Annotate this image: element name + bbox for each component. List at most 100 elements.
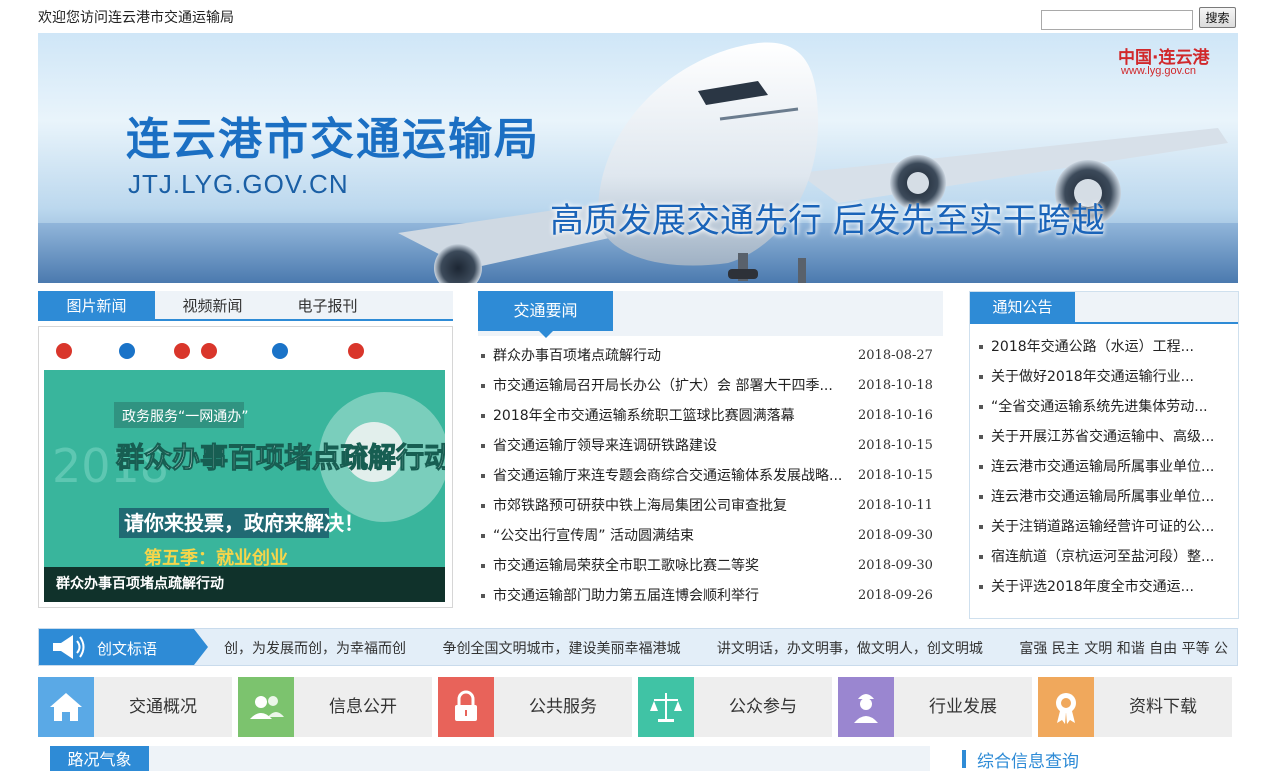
news-title[interactable]: “公交出行宣传周” 活动圆满结束 <box>493 521 848 551</box>
section-marker <box>962 750 966 768</box>
bullet-icon <box>979 405 983 409</box>
quick-link-public-participation[interactable]: 公众参与 <box>638 677 832 737</box>
notice-item[interactable]: 关于开展江苏省交通运输中、高级... <box>970 422 1238 452</box>
notice-title[interactable]: 2018年交通公路（水运）工程... <box>991 332 1221 362</box>
quick-link-label: 公共服务 <box>529 697 597 717</box>
news-date: 2018-10-15 <box>858 438 933 453</box>
notice-title[interactable]: 关于注销道路运输经营许可证的公... <box>991 512 1221 542</box>
news-item[interactable]: 市交通运输局召开局长办公（扩大）会 部署大干四季... 2018-10-18 <box>478 371 943 401</box>
notice-title[interactable]: 连云港市交通运输局所属事业单位... <box>991 482 1221 512</box>
tab-traffic-news[interactable]: 交通要闻 <box>478 291 613 338</box>
bullet-icon <box>481 414 485 418</box>
quick-link-industry-development[interactable]: 行业发展 <box>838 677 1032 737</box>
notice-title[interactable]: 关于评选2018年度全市交通运... <box>991 572 1221 602</box>
search-button[interactable]: 搜索 <box>1199 7 1236 28</box>
news-title[interactable]: 市郊铁路预可研获中铁上海局集团公司审查批复 <box>493 491 848 521</box>
news-item[interactable]: 市郊铁路预可研获中铁上海局集团公司审查批复 2018-10-11 <box>478 491 943 521</box>
news-item[interactable]: 市交通运输部门助力第五届连博会顺利举行 2018-09-26 <box>478 581 943 611</box>
notice-item[interactable]: 2018年交通公路（水运）工程... <box>970 332 1238 362</box>
top-bar: 欢迎您访问连云港市交通运输局 搜索 <box>0 0 1263 33</box>
worker-icon <box>838 677 894 737</box>
bullet-icon <box>481 444 485 448</box>
news-date: 2018-10-16 <box>858 408 933 423</box>
photo-news-image[interactable]: 2018 政务服务“一网通办” 群众办事百项堵点疏解行动 请你来投票，政府来解决… <box>44 332 445 602</box>
news-date: 2018-09-30 <box>858 558 933 573</box>
notice-title[interactable]: 关于开展江苏省交通运输中、高级... <box>991 422 1221 452</box>
notice-item[interactable]: 关于评选2018年度全市交通运... <box>970 572 1238 602</box>
news-title[interactable]: 2018年全市交通运输系统职工篮球比赛圆满落幕 <box>493 401 848 431</box>
news-item[interactable]: 省交通运输厅领导来连调研铁路建设 2018-10-15 <box>478 431 943 461</box>
notice-title[interactable]: 宿连航道（京杭运河至盐河段）整... <box>991 542 1221 572</box>
news-date: 2018-10-11 <box>858 498 933 513</box>
civilization-slogan-bar: 创文标语 创，为发展而创，为幸福而创 争创全国文明城市，建设美丽幸福港城 讲文明… <box>38 628 1238 666</box>
search-input[interactable] <box>1041 10 1193 30</box>
tab-video-news[interactable]: 视频新闻 <box>165 291 260 321</box>
bullet-icon <box>979 465 983 469</box>
bullet-icon <box>979 585 983 589</box>
traffic-news-header: 交通要闻 <box>478 291 943 338</box>
slogan-item: 讲文明话，办文明事，做文明人，创文明城 <box>716 641 983 657</box>
news-date: 2018-08-27 <box>858 348 933 363</box>
news-title[interactable]: 市交通运输局荣获全市职工歌咏比赛二等奖 <box>493 551 848 581</box>
news-title[interactable]: 群众办事百项堵点疏解行动 <box>493 341 848 371</box>
news-item[interactable]: 群众办事百项堵点疏解行动 2018-08-27 <box>478 341 943 371</box>
tab-road-weather[interactable]: 路况气象 <box>50 746 149 771</box>
news-title[interactable]: 省交通运输厅领导来连调研铁路建设 <box>493 431 848 461</box>
quick-link-label: 资料下载 <box>1129 697 1197 717</box>
tab-e-newspaper[interactable]: 电子报刊 <box>280 291 375 321</box>
header-banner: 连云港市交通运输局 JTJ.LYG.GOV.CN 高质发展交通先行 后发先至实干… <box>38 33 1238 283</box>
slogan-label-text: 创文标语 <box>97 640 158 658</box>
news-item[interactable]: “公交出行宣传周” 活动圆满结束 2018-09-30 <box>478 521 943 551</box>
bullet-icon <box>979 495 983 499</box>
news-item[interactable]: 省交通运输厅来连专题会商综合交通运输体系发展战略... 2018-10-15 <box>478 461 943 491</box>
photo-caption[interactable]: 群众办事百项堵点疏解行动 <box>44 567 445 602</box>
bullet-icon <box>481 564 485 568</box>
users-icon <box>238 677 294 737</box>
news-title[interactable]: 市交通运输局召开局长办公（扩大）会 部署大干四季... <box>493 371 848 401</box>
news-title[interactable]: 省交通运输厅来连专题会商综合交通运输体系发展战略... <box>493 461 848 491</box>
poster-headline: 群众办事百项堵点疏解行动 <box>116 441 445 474</box>
info-query-header: 综合信息查询 <box>962 746 1238 772</box>
news-title[interactable]: 市交通运输部门助力第五届连博会顺利举行 <box>493 581 848 611</box>
bullet-icon <box>481 534 485 538</box>
notice-header: 通知公告 <box>970 292 1238 324</box>
notice-title[interactable]: 关于做好2018年交通运输行业... <box>991 362 1221 392</box>
poster-subline: 请你来投票，政府来解决！ <box>124 511 364 535</box>
photo-news-tabs: 图片新闻 视频新闻 电子报刊 <box>38 291 453 321</box>
notice-title[interactable]: “全省交通运输系统先进集体劳动... <box>991 392 1221 422</box>
tab-photo-news[interactable]: 图片新闻 <box>38 291 155 321</box>
notice-item[interactable]: 连云港市交通运输局所属事业单位... <box>970 452 1238 482</box>
poster-season: 第五季：就业创业 <box>144 547 288 569</box>
megaphone-icon <box>53 635 85 659</box>
quick-link-downloads[interactable]: 资料下载 <box>1038 677 1232 737</box>
slogan-item: 争创全国文明城市，建设美丽幸福港城 <box>442 641 681 657</box>
quick-link-label: 信息公开 <box>329 697 397 717</box>
notice-item[interactable]: 关于做好2018年交通运输行业... <box>970 362 1238 392</box>
tab-notices[interactable]: 通知公告 <box>970 292 1075 322</box>
news-item[interactable]: 2018年全市交通运输系统职工篮球比赛圆满落幕 2018-10-16 <box>478 401 943 431</box>
info-query-title[interactable]: 综合信息查询 <box>977 747 1079 772</box>
notice-item[interactable]: “全省交通运输系统先进集体劳动... <box>970 392 1238 422</box>
banner-url: JTJ.LYG.GOV.CN <box>128 169 349 199</box>
quick-link-traffic-overview[interactable]: 交通概况 <box>38 677 232 737</box>
bullet-icon <box>979 555 983 559</box>
city-logo-url: www.lyg.gov.cn <box>1121 65 1196 77</box>
news-item[interactable]: 市交通运输局荣获全市职工歌咏比赛二等奖 2018-09-30 <box>478 551 943 581</box>
news-date: 2018-10-18 <box>858 378 933 393</box>
slogan-label: 创文标语 <box>39 629 208 665</box>
traffic-news-list: 群众办事百项堵点疏解行动 2018-08-27 市交通运输局召开局长办公（扩大）会… <box>478 341 943 611</box>
bullet-icon <box>979 345 983 349</box>
notice-item[interactable]: 关于注销道路运输经营许可证的公... <box>970 512 1238 542</box>
home-icon <box>38 677 94 737</box>
notice-item[interactable]: 连云港市交通运输局所属事业单位... <box>970 482 1238 512</box>
quick-link-public-service[interactable]: 公共服务 <box>438 677 632 737</box>
notice-list: 2018年交通公路（水运）工程... 关于做好2018年交通运输行业... “全… <box>970 332 1238 602</box>
quick-link-info-disclosure[interactable]: 信息公开 <box>238 677 432 737</box>
notice-item[interactable]: 宿连航道（京杭运河至盐河段）整... <box>970 542 1238 572</box>
bullet-icon <box>481 354 485 358</box>
notice-title[interactable]: 连云港市交通运输局所属事业单位... <box>991 452 1221 482</box>
scale-icon <box>638 677 694 737</box>
campaign-poster: 2018 政务服务“一网通办” 群众办事百项堵点疏解行动 请你来投票，政府来解决… <box>44 332 445 602</box>
slogan-marquee: 创，为发展而创，为幸福而创 争创全国文明城市，建设美丽幸福港城 讲文明话，办文明… <box>224 638 1237 658</box>
banner-title: 连云港市交通运输局 <box>126 114 540 165</box>
